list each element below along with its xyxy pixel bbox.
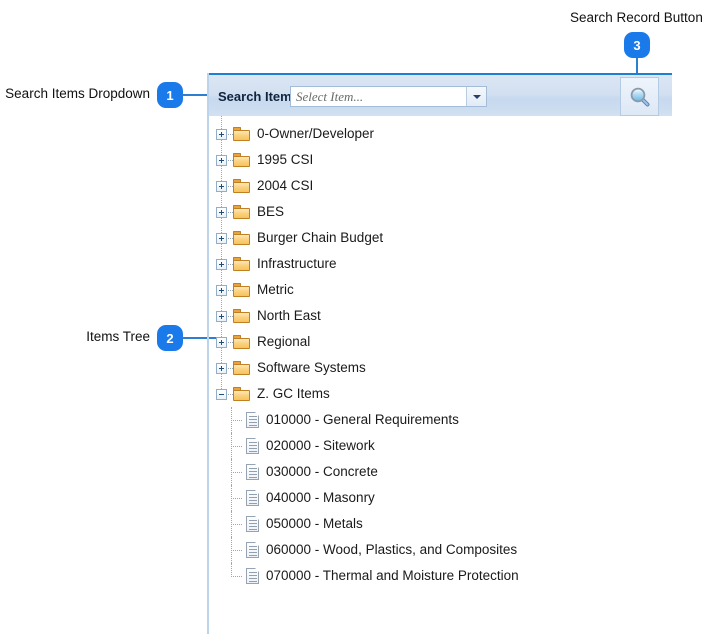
tree-node-label: 040000 - Masonry: [266, 490, 375, 505]
tree-node-label: Infrastructure: [257, 256, 337, 271]
items-panel: Search Items Select Item... 0-Owner/Deve…: [207, 73, 672, 634]
folder-icon: [233, 283, 250, 297]
tree-node-label: Z. GC Items: [257, 386, 330, 401]
search-toolbar: Search Items: [209, 73, 672, 116]
search-record-button[interactable]: [620, 77, 659, 116]
tree-row[interactable]: Z. GC Items: [209, 381, 670, 407]
tree-node-label: Regional: [257, 334, 311, 349]
document-icon: [246, 568, 259, 584]
tree-node-label: 060000 - Wood, Plastics, and Composites: [266, 542, 518, 557]
callout-badge-2: 2: [157, 325, 183, 351]
callout-label-search-record-button: Search Record Button: [570, 10, 703, 25]
tree-node-label: Software Systems: [257, 360, 366, 375]
callout-badge-1: 1: [157, 82, 183, 108]
tree-row[interactable]: North East: [209, 303, 670, 329]
folder-icon: [233, 153, 250, 167]
tree-row[interactable]: 030000 - Concrete: [209, 459, 670, 485]
expander-minus-icon[interactable]: [216, 388, 227, 400]
folder-icon: [233, 335, 250, 349]
folder-icon: [233, 205, 250, 219]
folder-icon: [233, 387, 250, 401]
folder-icon: [233, 361, 250, 375]
expander-plus-icon[interactable]: [216, 206, 227, 218]
document-icon: [246, 516, 259, 532]
tree-row[interactable]: Regional: [209, 329, 670, 355]
tree-node-label: North East: [257, 308, 321, 323]
tree-row[interactable]: 070000 - Thermal and Moisture Protection: [209, 563, 670, 589]
callout-label-items-tree: Items Tree: [86, 329, 150, 344]
document-icon: [246, 542, 259, 558]
tree-node-label: 020000 - Sitework: [266, 438, 375, 453]
expander-plus-icon[interactable]: [216, 232, 227, 244]
magnifier-icon: [630, 87, 649, 106]
tree-row[interactable]: Infrastructure: [209, 251, 670, 277]
tree-row[interactable]: 010000 - General Requirements: [209, 407, 670, 433]
folder-icon: [233, 127, 250, 141]
tree-node-label: 050000 - Metals: [266, 516, 363, 531]
expander-plus-icon[interactable]: [216, 336, 227, 348]
tree-row[interactable]: 1995 CSI: [209, 147, 670, 173]
tree-row[interactable]: Metric: [209, 277, 670, 303]
tree-node-label: Burger Chain Budget: [257, 230, 384, 245]
expander-plus-icon[interactable]: [216, 258, 227, 270]
search-items-input[interactable]: [291, 87, 466, 106]
document-icon: [246, 464, 259, 480]
tree-node-label: Metric: [257, 282, 294, 297]
document-icon: [246, 438, 259, 454]
folder-icon: [233, 179, 250, 193]
tree-row[interactable]: Software Systems: [209, 355, 670, 381]
expander-plus-icon[interactable]: [216, 128, 227, 140]
items-tree[interactable]: 0-Owner/Developer 1995 CSI 2004 CSI BES …: [209, 116, 670, 589]
tree-row[interactable]: Burger Chain Budget: [209, 225, 670, 251]
folder-icon: [233, 257, 250, 271]
expander-plus-icon[interactable]: [216, 310, 227, 322]
tree-row[interactable]: 0-Owner/Developer: [209, 121, 670, 147]
tree-node-label: 030000 - Concrete: [266, 464, 378, 479]
expander-plus-icon[interactable]: [216, 362, 227, 374]
expander-plus-icon[interactable]: [216, 180, 227, 192]
expander-plus-icon[interactable]: [216, 154, 227, 166]
tree-row[interactable]: 2004 CSI: [209, 173, 670, 199]
document-icon: [246, 490, 259, 506]
tree-node-label: BES: [257, 204, 285, 219]
folder-icon: [233, 231, 250, 245]
tree-node-label: 1995 CSI: [257, 152, 314, 167]
callout-label-search-items-dropdown: Search Items Dropdown: [5, 86, 150, 101]
tree-row[interactable]: 050000 - Metals: [209, 511, 670, 537]
callout-badge-3: 3: [624, 32, 650, 58]
search-items-label: Search Items: [218, 89, 299, 104]
folder-icon: [233, 309, 250, 323]
tree-row[interactable]: 060000 - Wood, Plastics, and Composites: [209, 537, 670, 563]
tree-row[interactable]: 020000 - Sitework: [209, 433, 670, 459]
callout-leader-1: [182, 94, 208, 96]
expander-plus-icon[interactable]: [216, 284, 227, 296]
chevron-down-icon[interactable]: [466, 87, 486, 106]
tree-row[interactable]: BES: [209, 199, 670, 225]
tree-node-label: 070000 - Thermal and Moisture Protection: [266, 568, 519, 583]
tree-node-label: 010000 - General Requirements: [266, 412, 459, 427]
document-icon: [246, 412, 259, 428]
tree-node-label: 0-Owner/Developer: [257, 126, 375, 141]
tree-node-label: 2004 CSI: [257, 178, 314, 193]
tree-row[interactable]: 040000 - Masonry: [209, 485, 670, 511]
search-items-dropdown[interactable]: [290, 86, 487, 107]
